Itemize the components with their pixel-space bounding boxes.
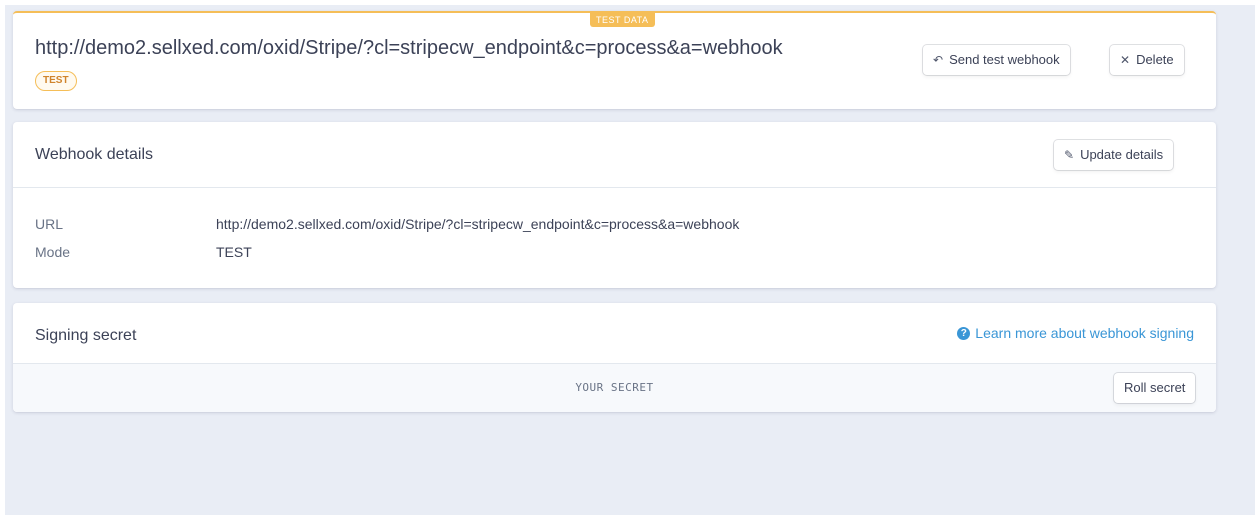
delete-button[interactable]: ✕ Delete bbox=[1110, 45, 1184, 75]
detail-value: http://demo2.sellxed.com/oxid/Stripe/?cl… bbox=[216, 216, 740, 232]
send-test-webhook-button[interactable]: ↶ Send test webhook bbox=[923, 45, 1070, 75]
pencil-icon: ✎ bbox=[1064, 148, 1075, 162]
help-icon: ? bbox=[957, 326, 971, 340]
roll-secret-button[interactable]: Roll secret bbox=[1114, 373, 1196, 403]
signing-secret-card: Signing secret ? Learn more about webhoo… bbox=[13, 303, 1216, 412]
webhook-details-card: Webhook details ✎ Update details URL htt… bbox=[13, 122, 1216, 288]
details-heading: Webhook details bbox=[35, 146, 153, 163]
signing-header: Signing secret ? Learn more about webhoo… bbox=[13, 303, 1216, 364]
detail-value: TEST bbox=[216, 244, 252, 260]
detail-key: Mode bbox=[35, 244, 71, 260]
send-test-webhook-label: Send test webhook bbox=[949, 52, 1060, 67]
details-header: Webhook details ✎ Update details bbox=[13, 122, 1216, 188]
webhook-header-card: TEST DATA http://demo2.sellxed.com/oxid/… bbox=[13, 11, 1216, 109]
send-icon: ↶ bbox=[933, 53, 944, 67]
mode-badge: TEST bbox=[35, 71, 77, 91]
learn-more-link[interactable]: ? Learn more about webhook signing bbox=[957, 325, 1194, 341]
test-data-ribbon: TEST DATA bbox=[590, 13, 655, 27]
signing-heading: Signing secret bbox=[35, 327, 137, 344]
page-title: http://demo2.sellxed.com/oxid/Stripe/?cl… bbox=[35, 37, 783, 59]
delete-label: Delete bbox=[1136, 52, 1174, 67]
secret-reveal-bar[interactable]: YOUR SECRET Roll secret bbox=[13, 364, 1216, 412]
secret-placeholder: YOUR SECRET bbox=[575, 381, 654, 394]
learn-more-label: Learn more about webhook signing bbox=[975, 325, 1194, 341]
update-details-label: Update details bbox=[1080, 147, 1164, 162]
roll-secret-label: Roll secret bbox=[1124, 380, 1186, 395]
detail-key: URL bbox=[35, 216, 64, 232]
update-details-button[interactable]: ✎ Update details bbox=[1054, 140, 1174, 170]
close-icon: ✕ bbox=[1120, 53, 1131, 67]
